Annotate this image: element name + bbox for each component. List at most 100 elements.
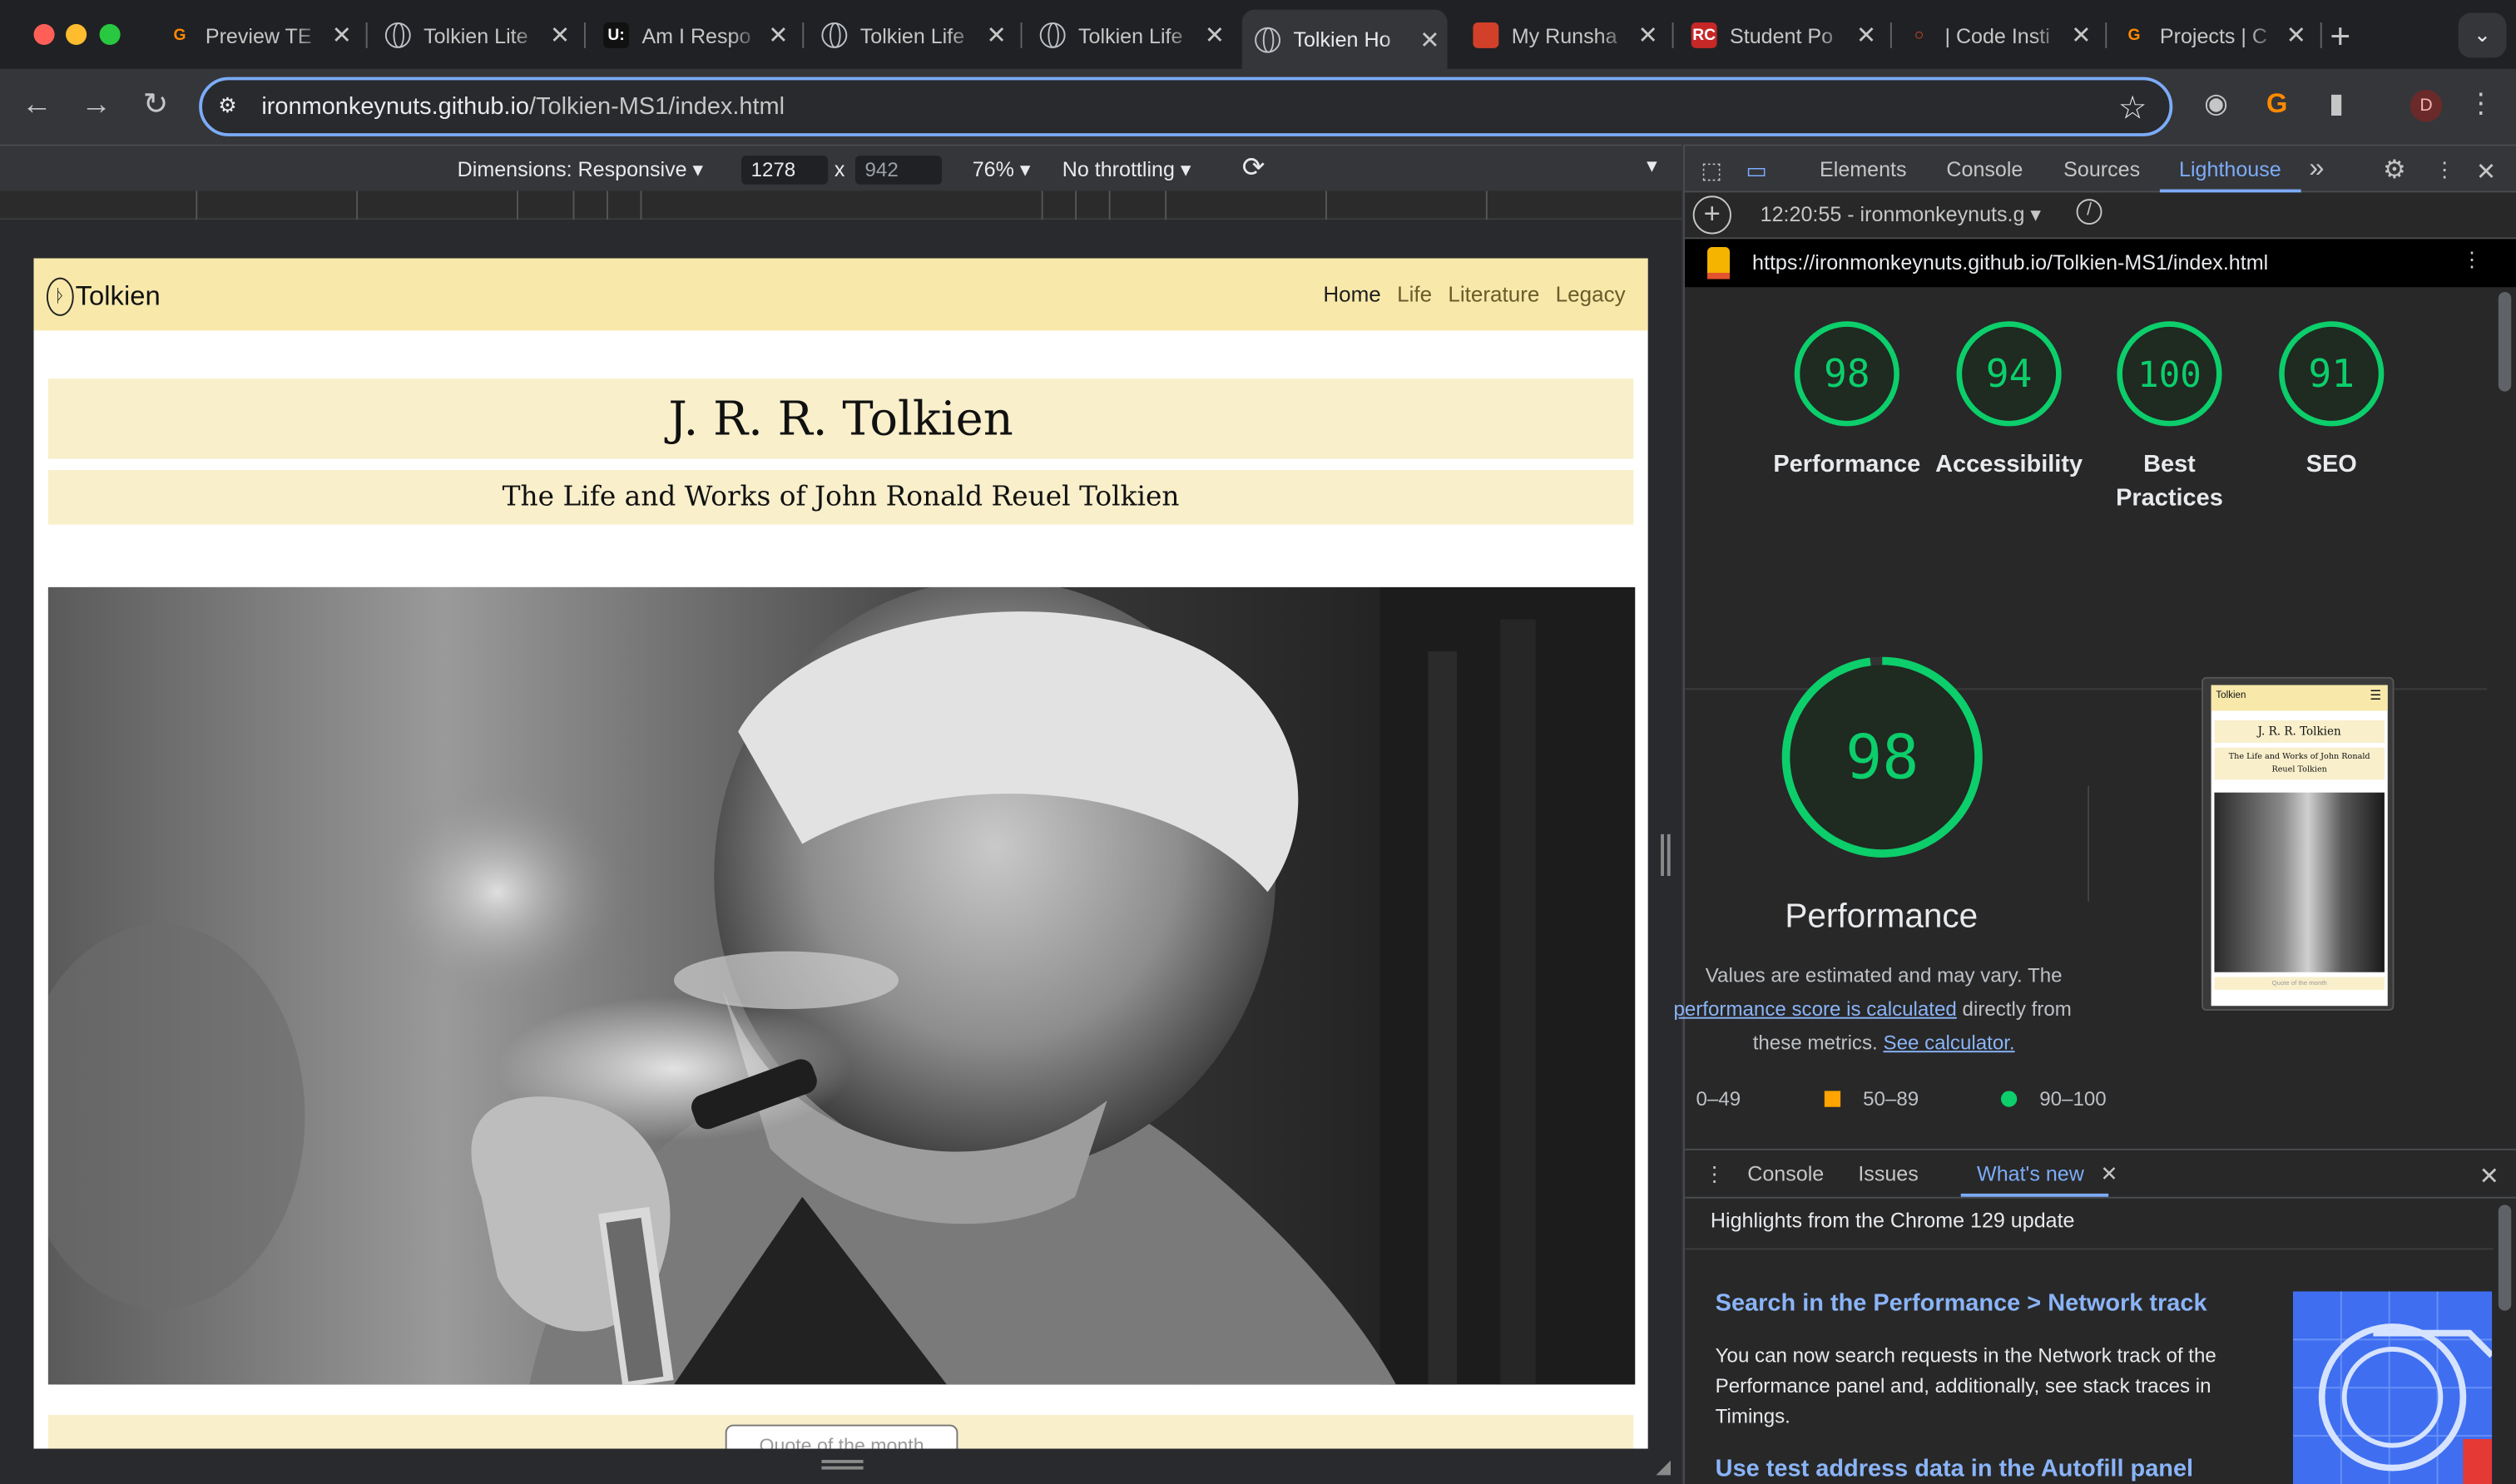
- address-bar[interactable]: ⚙ ironmonkeynuts.github.io/Tolkien-MS1/i…: [199, 77, 2173, 136]
- rotate-icon[interactable]: ⟳: [1242, 152, 1265, 185]
- browser-tab[interactable]: G Projects | C ✕: [2108, 12, 2314, 57]
- maximize-window-button[interactable]: [99, 23, 121, 46]
- whats-new-item1-title[interactable]: Search in the Performance > Network trac…: [1716, 1290, 2207, 1318]
- drawer-tab-issues[interactable]: Issues: [1858, 1161, 1918, 1185]
- drawer-tab-console[interactable]: Console: [1747, 1161, 1824, 1185]
- browser-tab[interactable]: ○ | Code Insti ✕: [1894, 12, 2099, 57]
- zoom-dropdown[interactable]: 76% ▾: [973, 157, 1031, 183]
- viewport-corner-resize-handle[interactable]: ◢: [1656, 1455, 1671, 1477]
- more-tabs-chevron-icon[interactable]: »: [2309, 152, 2324, 185]
- nav-link-literature[interactable]: Literature: [1448, 282, 1539, 306]
- media-query-ruler[interactable]: [0, 190, 1682, 220]
- nav-link-life[interactable]: Life: [1397, 282, 1432, 306]
- whats-new-illustration: [2292, 1291, 2493, 1484]
- drawer-tabbar: ⋮ Console Issues What's new ✕ ✕: [1685, 1150, 2516, 1199]
- devtools-menu-icon[interactable]: ⋮: [2434, 157, 2455, 183]
- close-devtools-icon[interactable]: ✕: [2476, 157, 2496, 186]
- brand-text: Tolkien: [75, 280, 161, 312]
- gauge-seo[interactable]: 91 SEO: [2251, 319, 2412, 482]
- device-toggle-icon[interactable]: ▭: [1746, 157, 1767, 185]
- tab-title: Preview TE: [205, 22, 312, 47]
- browser-tab[interactable]: Tolkien Lite ✕: [372, 12, 577, 57]
- page-screenshot-thumbnail[interactable]: Tolkien ☰ J. R. R. Tolkien The Life and …: [2202, 676, 2395, 1012]
- new-tab-button[interactable]: +: [2330, 16, 2350, 57]
- browser-tab[interactable]: G Preview TE ✕: [154, 12, 359, 57]
- site-info-icon[interactable]: ⚙: [218, 93, 244, 119]
- devtools-tab-lighthouse[interactable]: Lighthouse: [2179, 157, 2281, 181]
- dimensions-dropdown[interactable]: Dimensions: Responsive ▾: [458, 157, 703, 183]
- extensions-puzzle-icon[interactable]: ▮: [2319, 88, 2354, 123]
- quote-section: Quote of the month: [47, 1415, 1634, 1449]
- nav-link-legacy[interactable]: Legacy: [1556, 282, 1626, 306]
- viewport-bottom-resize-handle[interactable]: [821, 1460, 864, 1470]
- close-window-button[interactable]: [33, 23, 55, 46]
- clear-reports-icon[interactable]: /: [2076, 199, 2102, 225]
- close-tab-icon[interactable]: ✕: [978, 21, 1013, 50]
- drawer-scrollbar[interactable]: [2498, 1205, 2512, 1311]
- screenshot-camera-icon[interactable]: ◉: [2198, 88, 2233, 123]
- nav-link-home[interactable]: Home: [1323, 282, 1380, 306]
- browser-tab[interactable]: Tolkien Life ✕: [1027, 12, 1232, 57]
- devtools-tab-elements[interactable]: Elements: [1820, 157, 1907, 181]
- close-drawer-icon[interactable]: ✕: [2479, 1161, 2499, 1190]
- gauge-performance[interactable]: 98 Performance: [1766, 319, 1927, 482]
- close-tab-icon[interactable]: ✕: [1197, 21, 1232, 50]
- gauge-accessibility[interactable]: 94 Accessibility: [1929, 319, 2089, 482]
- performance-big-gauge: 98: [1778, 653, 1987, 862]
- see-calculator-link[interactable]: See calculator.: [1883, 1031, 2014, 1054]
- address-url[interactable]: ironmonkeynuts.github.io/Tolkien-MS1/ind…: [261, 93, 785, 121]
- gitpod-icon: G: [173, 26, 186, 45]
- drawer-tab-whats-new[interactable]: What's new: [1977, 1161, 2084, 1185]
- thumbnail-title: J. R. R. Tolkien: [2214, 720, 2385, 743]
- inspect-element-icon[interactable]: ⬚: [1701, 157, 1722, 185]
- profile-avatar[interactable]: D: [2410, 90, 2443, 122]
- quote-of-month-button[interactable]: Quote of the month: [725, 1424, 958, 1449]
- devtools-tab-console[interactable]: Console: [1946, 157, 2023, 181]
- close-whats-new-icon[interactable]: ✕: [2101, 1161, 2118, 1187]
- gauge-best-practices[interactable]: 100 Best Practices: [2089, 319, 2250, 515]
- reload-button[interactable]: ↻: [136, 88, 175, 126]
- device-options-icon[interactable]: ▼: [1643, 157, 1661, 176]
- forward-button[interactable]: →: [77, 88, 116, 126]
- browser-tab[interactable]: U: Am I Respo ✕: [591, 12, 796, 57]
- whats-new-item2-title[interactable]: Use test address data in the Autofill pa…: [1716, 1455, 2193, 1482]
- browser-tab[interactable]: RC Student Po ✕: [1678, 12, 1884, 57]
- close-tab-icon[interactable]: ✕: [760, 21, 795, 50]
- tolkien-monogram-icon: ᚦ: [46, 277, 74, 316]
- browser-tab[interactable]: Tolkien Ho ✕: [1241, 9, 1448, 69]
- drawer-menu-icon[interactable]: ⋮: [1704, 1161, 1725, 1187]
- close-tab-icon[interactable]: ✕: [2279, 21, 2314, 50]
- report-selector[interactable]: 12:20:55 - ironmonkeynuts.g ▾: [1761, 202, 2041, 228]
- new-report-plus-icon[interactable]: +: [1692, 195, 1731, 235]
- close-tab-icon[interactable]: ✕: [542, 21, 577, 50]
- close-tab-icon[interactable]: ✕: [324, 21, 359, 50]
- performance-score-link[interactable]: performance score is calculated: [1673, 998, 1956, 1021]
- minimize-window-button[interactable]: [66, 23, 87, 46]
- throttling-dropdown[interactable]: No throttling ▾: [1062, 157, 1191, 183]
- lighthouse-url-menu-icon[interactable]: ⋮: [2461, 247, 2482, 273]
- bookmark-star-icon[interactable]: ☆: [2118, 88, 2147, 128]
- tab-search-button[interactable]: ⌄: [2458, 12, 2507, 58]
- devtools-tab-sources[interactable]: Sources: [2063, 157, 2140, 181]
- viewport-height-input[interactable]: 942: [854, 156, 943, 185]
- close-tab-icon[interactable]: ✕: [1849, 21, 1884, 50]
- back-button[interactable]: ←: [17, 88, 56, 126]
- legend-green-dot-icon: [2000, 1091, 2018, 1107]
- site-brand[interactable]: ᚦ Tolkien: [46, 277, 161, 316]
- browser-tab[interactable]: Tolkien Life ✕: [809, 12, 1014, 57]
- close-tab-icon[interactable]: ✕: [2063, 21, 2098, 50]
- gitpod-extension-icon[interactable]: G: [2259, 88, 2294, 123]
- legend-pass: 90–100: [2039, 1087, 2107, 1111]
- page-title: J. R. R. Tolkien: [47, 378, 1634, 459]
- close-tab-icon[interactable]: ✕: [1412, 25, 1447, 54]
- gauge-seo-value: 91: [2308, 351, 2355, 396]
- viewport-width-input[interactable]: 1278: [741, 156, 829, 185]
- browser-tab[interactable]: My Runsha ✕: [1460, 12, 1666, 57]
- viewport-side-resize-handle[interactable]: [1661, 834, 1671, 877]
- menu-kebab-icon[interactable]: ⋮: [2463, 88, 2498, 123]
- settings-gear-icon[interactable]: ⚙: [2383, 154, 2406, 186]
- close-tab-icon[interactable]: ✕: [1630, 21, 1665, 50]
- report-scrollbar[interactable]: [2498, 292, 2512, 392]
- performance-description: Values are estimated and may vary. The p…: [1673, 964, 2072, 1055]
- lighthouse-tested-url[interactable]: https://ironmonkeynuts.github.io/Tolkien…: [1752, 250, 2268, 275]
